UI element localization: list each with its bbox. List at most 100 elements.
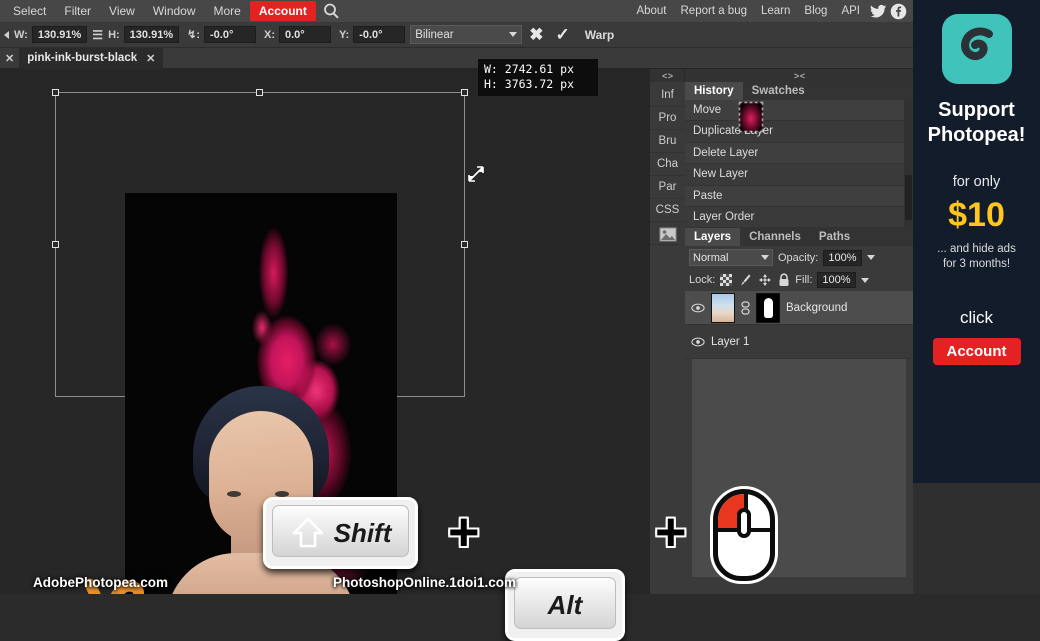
transform-handle-middle-right[interactable] (461, 240, 468, 248)
history-item[interactable]: Paste (685, 185, 913, 207)
skew-x-label: X: (264, 28, 275, 41)
blend-mode-row: Normal Opacity: 100% (685, 246, 913, 269)
cancel-transform-icon[interactable]: ✖ (524, 26, 548, 43)
right-dock: < > > < Inf Pro Bru Cha Par CSS History … (650, 69, 913, 594)
history-scrollbar[interactable] (904, 100, 913, 229)
fill-value[interactable]: 100% (817, 272, 856, 289)
menu-item-learn[interactable]: Learn (754, 1, 797, 21)
menu-right-group: About Report a bug Learn Blog API (629, 0, 907, 22)
layer-row-layer1[interactable]: Layer 1 (685, 102, 913, 360)
tab-layers[interactable]: Layers (685, 228, 741, 247)
close-all-tabs-icon[interactable]: ✕ (0, 52, 19, 65)
mouse-left-click-icon (713, 489, 775, 581)
history-item[interactable]: New Layer (685, 164, 913, 186)
alt-key-graphic: Alt (505, 569, 625, 641)
transform-handle-top-center[interactable] (256, 89, 263, 96)
width-input[interactable]: 130.91% (31, 26, 88, 43)
support-photopea-ad[interactable]: Support Photopea! for only $10 ... and h… (913, 0, 1040, 483)
plus-sign-1: + (448, 502, 480, 562)
menu-item-select[interactable]: Select (4, 1, 55, 21)
tab-history[interactable]: History (685, 82, 743, 100)
chevron-down-icon (761, 255, 769, 261)
history-item[interactable]: Layer Order (685, 206, 913, 229)
side-tab-paragraph[interactable]: Par (650, 176, 685, 199)
tab-channels[interactable]: Channels (740, 228, 810, 246)
warp-button[interactable]: Warp (577, 28, 623, 42)
move-lock-icon[interactable] (758, 273, 772, 287)
fill-label: Fill: (795, 274, 813, 287)
document-tab-label: pink-ink-burst-black (27, 52, 138, 64)
eye-icon[interactable] (691, 302, 705, 314)
info-height: H: 3763.72 px (484, 77, 575, 91)
facebook-icon[interactable] (890, 3, 907, 20)
mouse-body (713, 489, 775, 581)
height-group: H: 130.91% (105, 26, 182, 43)
eye-icon[interactable] (691, 336, 705, 348)
opacity-label: Opacity: (778, 251, 819, 264)
history-scrollbar-thumb[interactable] (905, 175, 912, 220)
blend-mode-select[interactable]: Normal (689, 249, 773, 267)
side-tab-brushes[interactable]: Bru (650, 130, 685, 153)
options-collapse-icon[interactable] (4, 30, 9, 39)
dock-collapse-right-button[interactable]: > < (685, 69, 913, 82)
dock-expand-left-button[interactable]: < > (650, 69, 685, 82)
confirm-transform-icon[interactable]: ✓ (550, 26, 574, 43)
interpolation-value: Bilinear (415, 28, 454, 41)
side-tab-character[interactable]: Cha (650, 153, 685, 176)
lock-icon-group (720, 273, 790, 287)
transform-handle-top-right[interactable] (461, 89, 468, 96)
layer-mask-link-icon[interactable] (741, 301, 750, 315)
brush-lock-icon[interactable] (738, 273, 752, 287)
angle-input[interactable]: -0.0° (204, 26, 256, 43)
tab-swatches[interactable]: Swatches (743, 82, 814, 100)
skew-y-input[interactable]: -0.0° (353, 26, 406, 43)
link-chain-icon[interactable]: ☰ (92, 28, 103, 42)
transform-handle-top-left[interactable] (52, 89, 59, 96)
menu-item-window[interactable]: Window (144, 1, 205, 21)
interpolation-select[interactable]: Bilinear (410, 25, 523, 44)
side-tab-css[interactable]: CSS (650, 199, 685, 222)
history-item[interactable]: Move (685, 100, 913, 122)
layer-name: Background (786, 301, 848, 314)
layers-panel-tabs: Layers Channels Paths (685, 228, 913, 247)
skew-x-input[interactable]: 0.0° (279, 26, 331, 43)
side-tab-properties[interactable]: Pro (650, 107, 685, 130)
ad-title-line1: Support (938, 99, 1015, 121)
twitter-icon[interactable] (870, 3, 887, 20)
layer-thumbnail[interactable] (739, 102, 763, 133)
watermark-bottom-center: PhotoshopOnline.1doi1.com (333, 575, 517, 590)
menu-item-api[interactable]: API (834, 1, 867, 21)
layer-row-background[interactable]: Background (685, 291, 913, 326)
side-tab-info[interactable]: Inf (650, 84, 685, 107)
fill-chevron-down-icon[interactable] (860, 277, 869, 283)
layer-mask-thumbnail[interactable] (756, 292, 780, 323)
menu-item-report-bug[interactable]: Report a bug (674, 1, 755, 21)
menu-item-blog[interactable]: Blog (797, 1, 834, 21)
menu-item-account[interactable]: Account (249, 1, 316, 21)
transform-handle-middle-left[interactable] (52, 240, 59, 248)
resize-diagonal-cursor (468, 166, 484, 182)
height-input[interactable]: 130.91% (123, 26, 180, 43)
history-item[interactable]: Delete Layer (685, 142, 913, 165)
menu-item-more[interactable]: More (205, 1, 250, 21)
menu-item-about[interactable]: About (629, 1, 673, 21)
history-item[interactable]: Duplicate Layer (685, 121, 913, 143)
mask-silhouette (763, 297, 773, 318)
tab-paths[interactable]: Paths (810, 228, 859, 246)
skew-x-group: X: 0.0° (261, 26, 334, 43)
height-label: H: (108, 28, 120, 41)
shift-key-label: Shift (333, 517, 392, 548)
document-tab-close-icon[interactable]: ✕ (146, 52, 155, 65)
menu-item-view[interactable]: View (100, 1, 144, 21)
opacity-chevron-down-icon[interactable] (866, 255, 875, 261)
ad-account-button[interactable]: Account (932, 338, 1021, 365)
layer-thumbnail[interactable] (711, 292, 735, 323)
transparency-lock-icon[interactable] (720, 274, 733, 287)
opacity-value[interactable]: 100% (823, 249, 862, 266)
image-thumbnail-icon[interactable] (650, 222, 685, 245)
search-icon[interactable] (320, 1, 342, 21)
menu-item-filter[interactable]: Filter (55, 1, 100, 21)
history-panel[interactable]: Move Duplicate Layer Delete Layer New La… (685, 100, 913, 229)
document-tab[interactable]: pink-ink-burst-black ✕ (19, 47, 164, 69)
lock-all-icon[interactable] (778, 273, 790, 287)
